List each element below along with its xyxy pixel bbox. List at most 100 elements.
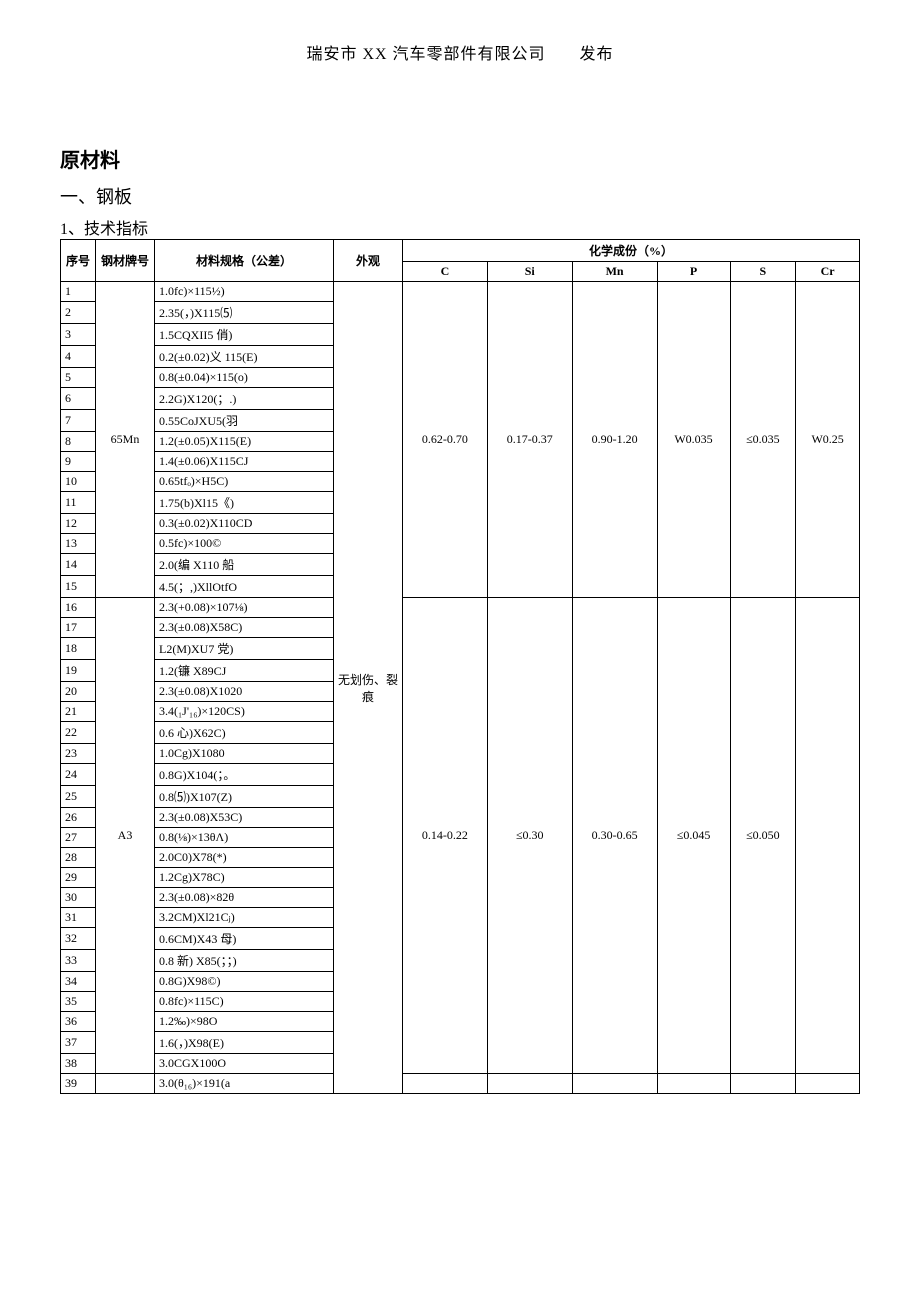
th-c: C <box>403 262 488 282</box>
heading-steel: 一、钢板 <box>60 183 860 209</box>
cell-spec: 1.2‰)×98O <box>155 1012 334 1032</box>
th-mn: Mn <box>572 262 657 282</box>
cell-spec: 3.0(θ₁₆)×191(a <box>155 1074 334 1094</box>
cell-seq: 1 <box>61 282 96 302</box>
cell-seq: 23 <box>61 744 96 764</box>
cell-seq: 17 <box>61 618 96 638</box>
cell-seq: 33 <box>61 950 96 972</box>
cell-spec: 0.8(±0.04)×115(o) <box>155 368 334 388</box>
cell-seq: 2 <box>61 302 96 324</box>
cell-spec: 1.0Cg)X1080 <box>155 744 334 764</box>
cell-spec: 2.35(，)X115⑸ <box>155 302 334 324</box>
cell-spec: 0.5fc)×100© <box>155 534 334 554</box>
cell-chem-p: ≤0.045 <box>657 598 730 1074</box>
heading-tech: 1、技术指标 <box>60 215 860 239</box>
cell-chem-s <box>730 1074 796 1094</box>
th-si: Si <box>487 262 572 282</box>
cell-spec: 0.65tfₒ)×H5C) <box>155 472 334 492</box>
cell-seq: 29 <box>61 868 96 888</box>
cell-spec: 0.8fc)×115C) <box>155 992 334 1012</box>
spec-table-body: 165Mn1.0fc)×115½)无划伤、裂痕0.62-0.700.17-0.3… <box>61 282 860 1094</box>
cell-seq: 27 <box>61 828 96 848</box>
cell-seq: 15 <box>61 576 96 598</box>
th-appearance: 外观 <box>334 240 403 282</box>
cell-chem-s: ≤0.050 <box>730 598 796 1074</box>
cell-grade <box>96 1074 155 1094</box>
cell-spec: 3.0CGX100O <box>155 1054 334 1074</box>
cell-spec: 2.3(±0.08)X1020 <box>155 682 334 702</box>
cell-seq: 39 <box>61 1074 96 1094</box>
cell-spec: 2.0C0)X78(*) <box>155 848 334 868</box>
cell-seq: 14 <box>61 554 96 576</box>
cell-seq: 10 <box>61 472 96 492</box>
cell-spec: 3.2CM)Xl21Cⱼ) <box>155 908 334 928</box>
cell-spec: 2.0(编 X110 船 <box>155 554 334 576</box>
th-spec: 材料规格（公差） <box>155 240 334 282</box>
cell-seq: 35 <box>61 992 96 1012</box>
th-p: P <box>657 262 730 282</box>
cell-seq: 24 <box>61 764 96 786</box>
table-row: 165Mn1.0fc)×115½)无划伤、裂痕0.62-0.700.17-0.3… <box>61 282 860 302</box>
cell-seq: 18 <box>61 638 96 660</box>
cell-spec: 0.6 心)X62C) <box>155 722 334 744</box>
cell-spec: 1.75(b)Xl15《) <box>155 492 334 514</box>
cell-seq: 30 <box>61 888 96 908</box>
cell-chem-mn <box>572 1074 657 1094</box>
cell-chem-p: W0.035 <box>657 282 730 598</box>
cell-seq: 31 <box>61 908 96 928</box>
cell-chem-cr: W0.25 <box>796 282 860 598</box>
cell-seq: 7 <box>61 410 96 432</box>
cell-grade: A3 <box>96 598 155 1074</box>
cell-chem-cr <box>796 598 860 1074</box>
cell-chem-s: ≤0.035 <box>730 282 796 598</box>
cell-spec: 2.3(±0.08)X53C) <box>155 808 334 828</box>
th-seq: 序号 <box>61 240 96 282</box>
cell-chem-c: 0.14-0.22 <box>403 598 488 1074</box>
cell-seq: 6 <box>61 388 96 410</box>
cell-seq: 25 <box>61 786 96 808</box>
cell-chem-si: ≤0.30 <box>487 598 572 1074</box>
cell-spec: 2.3(±0.08)X58C) <box>155 618 334 638</box>
cell-spec: 4.5(；,)XllOtfO <box>155 576 334 598</box>
cell-grade: 65Mn <box>96 282 155 598</box>
cell-chem-si: 0.17-0.37 <box>487 282 572 598</box>
cell-seq: 36 <box>61 1012 96 1032</box>
cell-spec: 0.8G)X98©) <box>155 972 334 992</box>
cell-appearance: 无划伤、裂痕 <box>334 282 403 1094</box>
cell-chem-mn: 0.90-1.20 <box>572 282 657 598</box>
publisher-line: 瑞安市 XX 汽车零部件有限公司 发布 <box>60 40 860 64</box>
heading-material: 原材料 <box>60 144 860 173</box>
cell-seq: 13 <box>61 534 96 554</box>
cell-spec: 2.3(+0.08)×107⅛) <box>155 598 334 618</box>
cell-spec: 1.0fc)×115½) <box>155 282 334 302</box>
cell-seq: 20 <box>61 682 96 702</box>
table-row: 16A32.3(+0.08)×107⅛)0.14-0.22≤0.300.30-0… <box>61 598 860 618</box>
cell-chem-cr <box>796 1074 860 1094</box>
cell-seq: 22 <box>61 722 96 744</box>
cell-spec: 1.2(镰 X89CJ <box>155 660 334 682</box>
cell-spec: 0.6CM)X43 母) <box>155 928 334 950</box>
cell-seq: 9 <box>61 452 96 472</box>
cell-spec: 0.8G)X104(；。 <box>155 764 334 786</box>
cell-seq: 37 <box>61 1032 96 1054</box>
table-row: 39 3.0(θ₁₆)×191(a <box>61 1074 860 1094</box>
cell-spec: 1.2(±0.05)X115(E) <box>155 432 334 452</box>
th-s: S <box>730 262 796 282</box>
cell-spec: 3.4(₁J'₁₆)×120CS) <box>155 702 334 722</box>
cell-seq: 34 <box>61 972 96 992</box>
cell-seq: 32 <box>61 928 96 950</box>
cell-seq: 12 <box>61 514 96 534</box>
cell-chem-mn: 0.30-0.65 <box>572 598 657 1074</box>
cell-seq: 16 <box>61 598 96 618</box>
cell-spec: 0.55CoJXU5(羽 <box>155 410 334 432</box>
cell-spec: 0.2(±0.02)义 115(E) <box>155 346 334 368</box>
th-chem: 化学成份（%） <box>403 240 860 262</box>
cell-seq: 26 <box>61 808 96 828</box>
cell-seq: 38 <box>61 1054 96 1074</box>
cell-spec: 0.8(⅛)×13θΛ) <box>155 828 334 848</box>
cell-spec: 1.5CQXII5 俏) <box>155 324 334 346</box>
cell-spec: 0.8 新) X85(；；) <box>155 950 334 972</box>
cell-seq: 11 <box>61 492 96 514</box>
cell-spec: 2.3(±0.08)×82θ <box>155 888 334 908</box>
th-cr: Cr <box>796 262 860 282</box>
